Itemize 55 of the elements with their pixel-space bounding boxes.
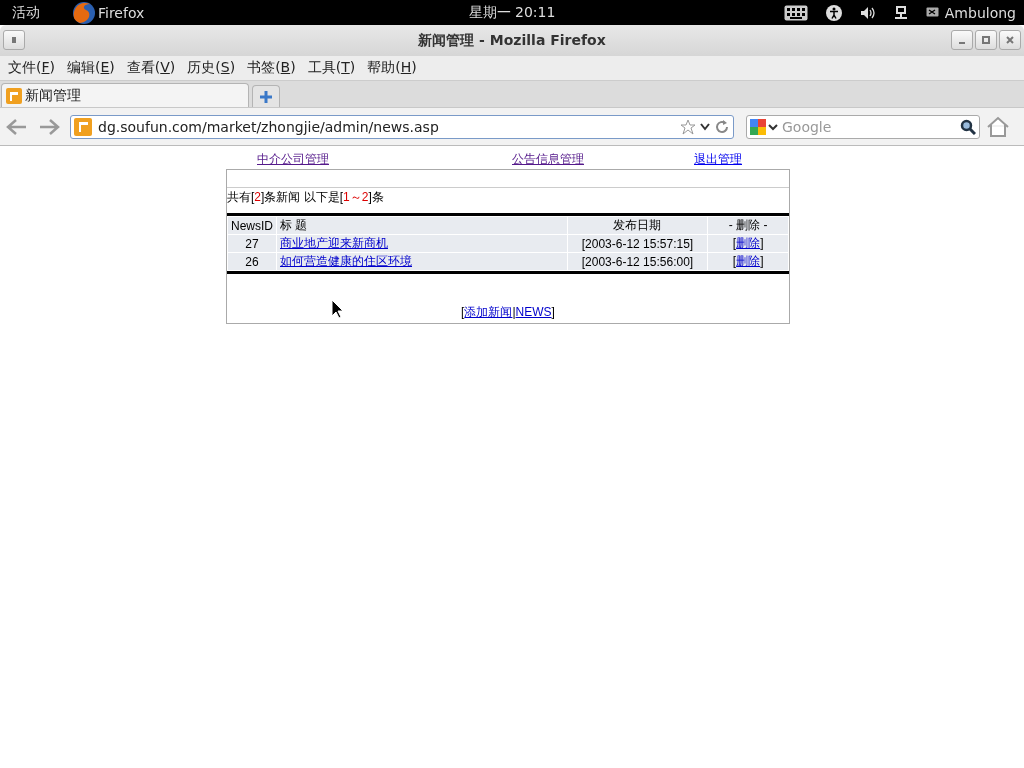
window-title: 新闻管理 - Mozilla Firefox — [418, 31, 606, 50]
link[interactable]: 删除 — [736, 236, 761, 250]
site-favicon-icon — [6, 87, 22, 104]
site-favicon-icon — [74, 117, 92, 136]
column-header: NewsID — [228, 217, 276, 234]
home-icon[interactable] — [986, 115, 1010, 138]
plus-icon — [259, 89, 273, 104]
close-icon — [1006, 36, 1014, 44]
column-header: 标 题 — [277, 217, 567, 234]
column-header: - 删除 - — [708, 217, 788, 234]
news-count-text: 共有[2]条新闻 以下是[1～2]条 — [227, 189, 385, 206]
new-tab-button[interactable] — [252, 85, 280, 107]
nav-link[interactable]: 中介公司管理 — [257, 151, 329, 168]
table-cell: [2003-6-12 15:56:00] — [567, 253, 708, 270]
table-cell: 27 — [228, 235, 276, 252]
address-field[interactable]: dg.soufun.com/market/zhongjie/admin/news.asp — [70, 114, 734, 139]
link[interactable]: 添加新闻 — [464, 305, 513, 319]
app-menu-label[interactable]: Firefox — [98, 4, 145, 21]
fox-globe-icon — [70, 0, 96, 25]
menu-item[interactable]: 历史(S) — [181, 59, 242, 77]
chat-status-icon — [925, 6, 939, 19]
column-header: 发布日期 — [567, 217, 708, 234]
close-button[interactable] — [999, 30, 1021, 50]
nav-link[interactable]: 公告信息管理 — [512, 151, 584, 168]
table-cell: 26 — [228, 253, 276, 270]
volume-icon[interactable] — [859, 5, 876, 20]
nav-link[interactable]: 退出管理 — [694, 151, 742, 168]
accessibility-icon[interactable] — [825, 4, 842, 21]
table-cell: [2003-6-12 15:57:15] — [567, 235, 708, 252]
maximize-button[interactable] — [975, 30, 997, 50]
minimize-button[interactable] — [951, 30, 973, 50]
clock-text[interactable]: 星期一 20:11 — [468, 3, 556, 20]
delete-link-text: [删除] — [732, 254, 764, 268]
window-menu-icon — [11, 36, 17, 44]
menu-item[interactable]: 编辑(E) — [61, 59, 121, 77]
search-icon[interactable] — [960, 118, 976, 135]
menu-item[interactable]: 查看(V) — [120, 59, 182, 77]
menu-item[interactable]: 书签(B) — [241, 59, 302, 77]
user-menu[interactable]: Ambulong — [944, 4, 1016, 21]
dropdown-caret-icon[interactable] — [700, 122, 710, 131]
mouse-pointer-icon — [331, 299, 344, 319]
link[interactable]: 删除 — [736, 254, 761, 268]
delete-link-text: [删除] — [732, 236, 764, 250]
browser-tab[interactable]: 新闻管理 — [1, 83, 249, 107]
star-icon[interactable] — [680, 118, 696, 135]
window-menu-button[interactable] — [3, 30, 25, 50]
search-engine-icon[interactable] — [750, 118, 778, 135]
maximize-icon — [982, 36, 990, 44]
menu-item[interactable]: 工具(T) — [301, 59, 362, 77]
menu-item[interactable]: 帮助(H) — [361, 59, 423, 77]
menu-item[interactable]: 文件(F) — [2, 59, 61, 77]
network-icon[interactable] — [893, 4, 908, 21]
keyboard-icon[interactable] — [783, 4, 808, 21]
activities-button[interactable]: 活动 — [12, 3, 70, 22]
footer-links-text: [添加新闻|NEWS] — [461, 304, 555, 321]
